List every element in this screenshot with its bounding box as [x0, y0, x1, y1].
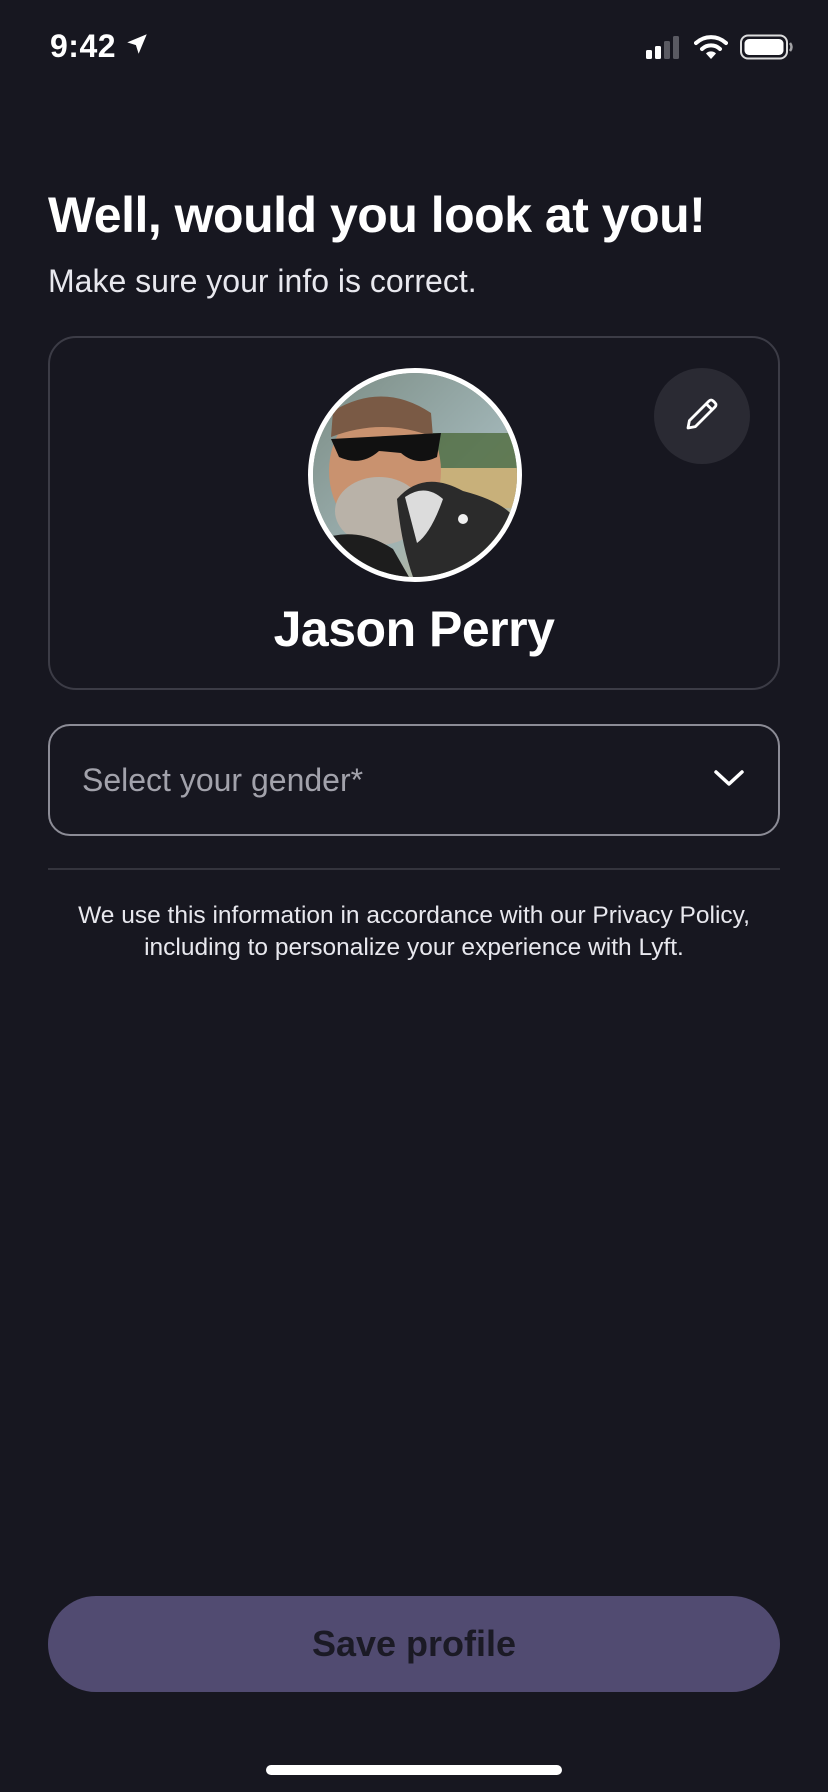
status-time: 9:42 — [50, 28, 150, 65]
profile-name: Jason Perry — [273, 601, 555, 657]
chevron-down-icon — [712, 767, 746, 794]
status-bar: 9:42 — [0, 0, 828, 100]
screen: 9:42 Well, would you look at you! Make s… — [0, 0, 828, 1792]
avatar-photo — [313, 373, 517, 577]
status-time-label: 9:42 — [50, 28, 117, 64]
gender-placeholder: Select your gender* — [82, 761, 364, 798]
wifi-icon — [694, 34, 728, 65]
edit-photo-button[interactable] — [654, 368, 750, 464]
save-profile-button[interactable]: Save profile — [48, 1596, 780, 1692]
profile-card: Jason Perry — [48, 336, 780, 690]
privacy-note: We use this information in accordance wi… — [78, 902, 750, 961]
location-arrow-icon — [124, 28, 150, 65]
battery-icon — [740, 34, 794, 65]
home-indicator — [266, 1765, 562, 1775]
pencil-icon — [681, 393, 723, 440]
cellular-signal-icon — [646, 35, 682, 64]
divider — [48, 868, 780, 870]
page-subtitle: Make sure your info is correct. — [48, 263, 477, 299]
page-title: Well, would you look at you! — [48, 187, 706, 243]
status-icons — [646, 34, 794, 65]
gender-select[interactable]: Select your gender* — [48, 724, 780, 836]
avatar[interactable] — [308, 368, 522, 582]
